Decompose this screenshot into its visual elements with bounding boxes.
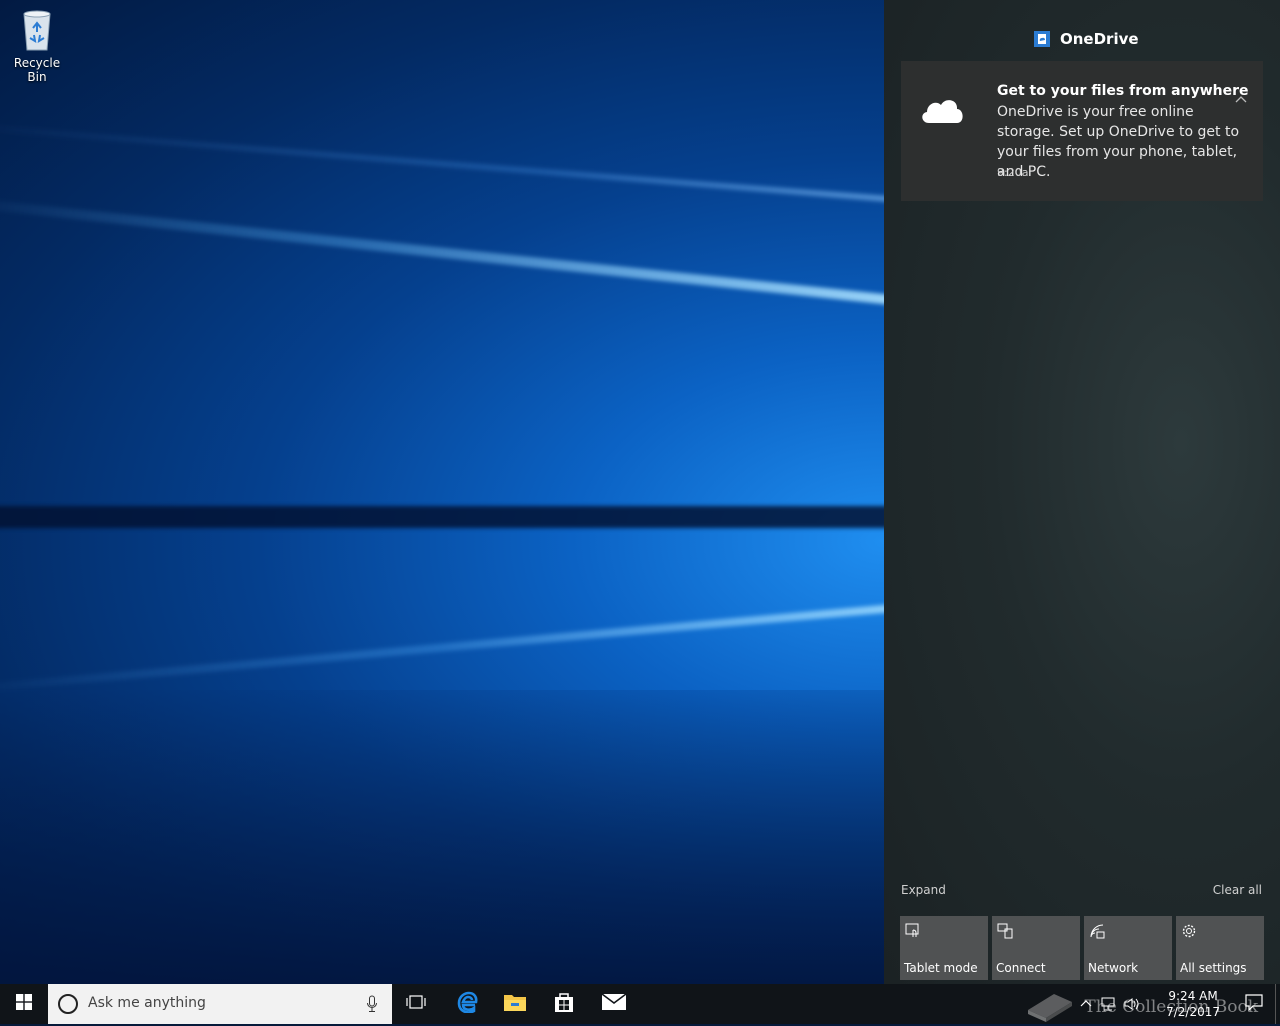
search-box[interactable]: Ask me anything <box>48 984 392 1024</box>
expand-button[interactable]: Expand <box>901 883 946 897</box>
quick-action-label: Network <box>1088 961 1139 975</box>
task-view-icon <box>405 994 427 1014</box>
quick-action-network[interactable]: Network <box>1084 916 1172 980</box>
cloud-icon <box>917 91 967 129</box>
wallpaper-beam <box>0 600 884 696</box>
notification-icon <box>1245 993 1263 1015</box>
edge-icon <box>456 991 478 1017</box>
watermark: The Collection Book <box>1024 988 1258 1026</box>
cortana-icon <box>58 994 78 1014</box>
network-tray-icon[interactable] <box>1100 997 1116 1011</box>
wallpaper-beam <box>0 195 884 310</box>
store-button[interactable] <box>540 984 588 1024</box>
desktop[interactable]: Recycle Bin <box>0 0 884 984</box>
notification-time: 9:20a <box>997 166 1029 179</box>
clear-all-button[interactable]: Clear all <box>1213 883 1262 897</box>
mail-button[interactable] <box>590 984 638 1024</box>
windows-logo-icon <box>16 994 32 1014</box>
chevron-up-icon[interactable] <box>1080 998 1092 1010</box>
task-view-button[interactable] <box>392 984 440 1024</box>
show-desktop-button[interactable] <box>1275 984 1280 1024</box>
start-button[interactable] <box>0 984 48 1024</box>
notification-body: OneDrive is your free online storage. Se… <box>997 104 1240 180</box>
microphone-icon[interactable] <box>366 994 378 1014</box>
gear-icon <box>1180 922 1198 940</box>
volume-icon[interactable] <box>1124 997 1140 1011</box>
quick-action-label: All settings <box>1180 961 1247 975</box>
clock-time: 9:24 AM <box>1168 989 1218 1003</box>
notification-card[interactable]: Get to your files from anywhere OneDrive… <box>901 61 1263 201</box>
book-icon <box>1024 988 1076 1026</box>
notification-group-header[interactable]: OneDrive <box>1034 30 1139 48</box>
action-center-button[interactable] <box>1236 984 1272 1024</box>
quick-action-connect[interactable]: Connect <box>992 916 1080 980</box>
recycle-bin-icon <box>17 8 57 52</box>
store-icon <box>553 991 575 1017</box>
wallpaper-shade <box>0 690 884 984</box>
desktop-icon-recycle-bin[interactable]: Recycle Bin <box>4 8 70 84</box>
taskbar: Ask me anything The Collection Book 9:24… <box>0 984 1280 1024</box>
wallpaper-beam <box>0 121 884 206</box>
file-explorer-icon <box>503 992 527 1016</box>
edge-button[interactable] <box>443 984 491 1024</box>
search-placeholder: Ask me anything <box>88 995 206 1011</box>
notification-group-title: OneDrive <box>1060 30 1139 48</box>
quick-action-label: Connect <box>996 961 1046 975</box>
quick-actions: Tablet mode Connect Network All settings <box>900 916 1264 980</box>
clock[interactable]: 9:24 AM 7/2/2017 <box>1166 988 1220 1020</box>
quick-action-label: Tablet mode <box>904 961 978 975</box>
quick-action-all-settings[interactable]: All settings <box>1176 916 1264 980</box>
clock-date: 7/2/2017 <box>1166 1005 1220 1019</box>
desktop-icon-label: Recycle Bin <box>13 56 61 84</box>
quick-action-tablet-mode[interactable]: Tablet mode <box>900 916 988 980</box>
connect-icon <box>996 922 1014 940</box>
system-tray <box>1080 984 1140 1024</box>
network-icon <box>1088 922 1106 940</box>
file-explorer-button[interactable] <box>491 984 539 1024</box>
onedrive-app-icon <box>1034 31 1050 47</box>
tablet-mode-icon <box>904 922 922 940</box>
wallpaper-shadow-band <box>0 506 884 528</box>
chevron-up-icon[interactable] <box>1233 91 1249 107</box>
mail-icon <box>601 993 627 1015</box>
action-center-panel: OneDrive Get to your files from anywhere… <box>884 0 1280 984</box>
notification-title: Get to your files from anywhere <box>997 83 1249 99</box>
